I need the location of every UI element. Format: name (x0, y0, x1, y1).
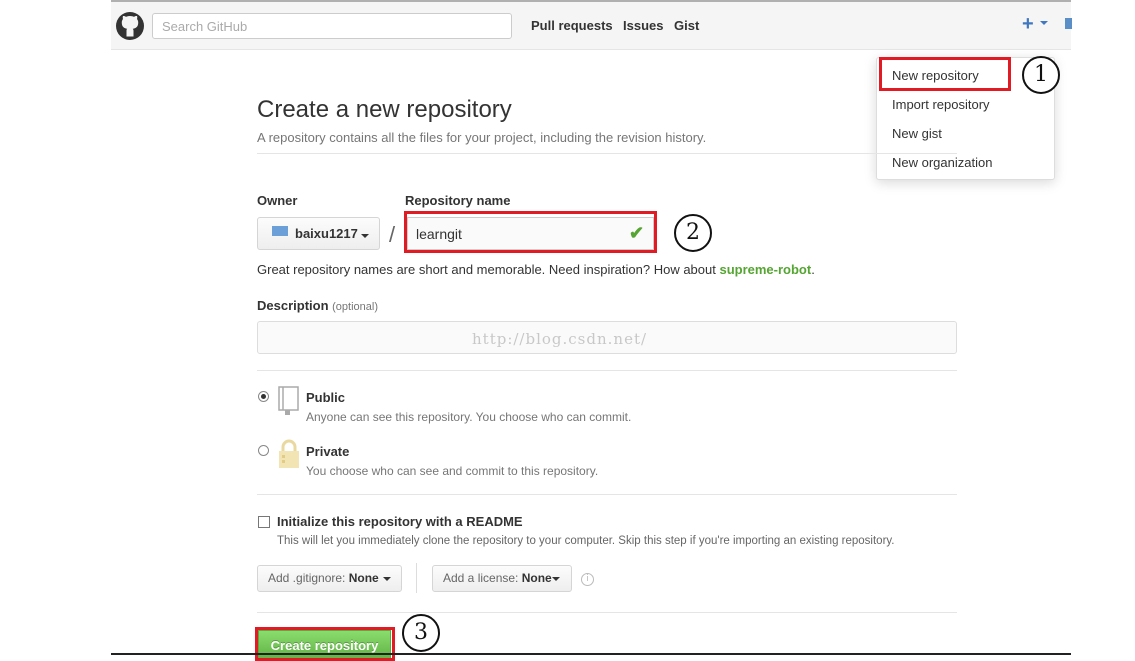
nav-pull-requests[interactable]: Pull requests (531, 18, 613, 33)
menu-item-import-repository[interactable]: Import repository (892, 97, 990, 112)
repo-book-icon (278, 386, 299, 415)
owner-label: Owner (257, 193, 298, 208)
private-option-desc: You choose who can see and commit to thi… (306, 464, 599, 478)
public-option-title: Public (306, 390, 346, 405)
nav-issues[interactable]: Issues (623, 18, 663, 33)
owner-name: baixu1217 (295, 226, 358, 241)
annotation-marker-3: 3 (402, 614, 440, 652)
description-label: Description (optional) (257, 298, 378, 313)
annotation-highlight-new-repository (879, 57, 1011, 91)
page-title: Create a new repository (257, 96, 512, 123)
divider (416, 563, 417, 593)
owner-avatar (272, 226, 288, 236)
public-option-desc: Anyone can see this repository. You choo… (306, 410, 632, 424)
github-logo-icon[interactable] (116, 12, 144, 40)
suggested-name-link[interactable]: supreme-robot (719, 262, 811, 277)
divider (257, 153, 957, 154)
info-icon[interactable]: i (581, 573, 594, 586)
lock-icon (279, 439, 299, 468)
chevron-down-icon[interactable] (1040, 21, 1048, 25)
annotation-highlight-repo-name (404, 211, 657, 253)
public-radio[interactable] (258, 391, 269, 402)
menu-item-new-organization[interactable]: New organization (892, 155, 992, 170)
readme-option-desc: This will let you immediately clone the … (277, 535, 895, 547)
annotation-marker-2: 2 (674, 214, 712, 252)
user-avatar[interactable] (1065, 18, 1072, 29)
watermark-text: http://blog.csdn.net/ (472, 330, 648, 348)
name-hint: Great repository names are short and mem… (257, 262, 815, 277)
divider (257, 370, 957, 371)
divider (257, 494, 957, 495)
repository-name-label: Repository name (405, 193, 511, 208)
nav-gist[interactable]: Gist (674, 18, 699, 33)
chevron-down-icon (361, 234, 369, 238)
divider (257, 612, 957, 613)
owner-repo-separator: / (389, 222, 396, 247)
readme-checkbox[interactable] (258, 516, 270, 528)
license-select[interactable]: Add a license: None (432, 565, 572, 592)
menu-item-new-gist[interactable]: New gist (892, 126, 942, 141)
chevron-down-icon (383, 577, 391, 581)
annotation-highlight-create-button (255, 627, 395, 661)
annotation-marker-1: 1 (1022, 56, 1060, 94)
bottom-border (111, 653, 1071, 655)
search-input[interactable] (152, 13, 512, 39)
private-radio[interactable] (258, 445, 269, 456)
readme-option-title: Initialize this repository with a README (277, 514, 523, 529)
plus-icon[interactable]: + (1022, 13, 1034, 36)
page-subtitle: A repository contains all the files for … (257, 130, 707, 145)
chevron-down-icon (552, 577, 560, 581)
gitignore-select[interactable]: Add .gitignore: None (257, 565, 402, 592)
private-option-title: Private (306, 444, 350, 459)
